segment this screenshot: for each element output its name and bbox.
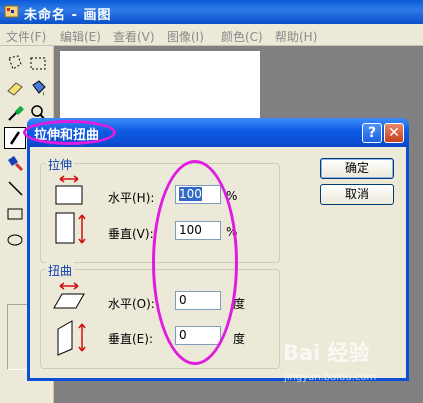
ellipse-icon[interactable] bbox=[4, 229, 26, 251]
ok-button[interactable]: 确定 bbox=[320, 158, 394, 179]
brush-icon[interactable] bbox=[4, 152, 26, 174]
skew-vertical-label: 垂直(E): bbox=[108, 332, 153, 346]
close-button[interactable]: ✕ bbox=[384, 123, 404, 143]
horizontal-skew-icon bbox=[53, 282, 85, 309]
menu-view[interactable]: 查看(V) bbox=[113, 28, 155, 45]
skew-horizontal-label: 水平(O): bbox=[108, 297, 155, 311]
free-select-icon[interactable] bbox=[4, 52, 26, 74]
menu-edit[interactable]: 编辑(E) bbox=[60, 28, 101, 45]
stretch-vertical-label: 垂直(V): bbox=[108, 227, 154, 241]
stretch-horizontal-label: 水平(H): bbox=[108, 191, 155, 205]
horizontal-stretch-icon bbox=[55, 175, 83, 205]
menu-image[interactable]: 图像(I) bbox=[167, 28, 204, 45]
vertical-skew-icon bbox=[57, 320, 86, 356]
menu-colors[interactable]: 颜色(C) bbox=[221, 28, 263, 45]
rect-select-icon[interactable] bbox=[27, 52, 49, 74]
menu-file[interactable]: 文件(F) bbox=[6, 28, 46, 45]
drawing-canvas[interactable] bbox=[60, 51, 260, 123]
paint-app-icon bbox=[4, 5, 19, 18]
menu-help[interactable]: 帮助(H) bbox=[275, 28, 317, 45]
stretch-group-label: 拉伸 bbox=[46, 156, 75, 173]
vertical-stretch-icon bbox=[55, 212, 86, 244]
line-icon[interactable] bbox=[4, 177, 26, 199]
eraser-icon[interactable] bbox=[4, 77, 26, 99]
baidu-watermark-url: jingyan.baidu.com bbox=[284, 372, 377, 383]
skew-vertical-unit: 度 bbox=[233, 332, 246, 346]
help-button[interactable]: ? bbox=[362, 123, 382, 143]
menu-bar: 文件(F) 编辑(E) 查看(V) 图像(I) 颜色(C) 帮助(H) bbox=[0, 24, 423, 46]
app-title-bar: 未命名 - 画图 bbox=[0, 0, 423, 24]
inputs-highlight-ring bbox=[152, 160, 238, 365]
app-title: 未命名 - 画图 bbox=[24, 8, 112, 23]
baidu-watermark: Bai 经验 bbox=[283, 341, 370, 365]
rectangle-icon[interactable] bbox=[4, 203, 26, 225]
color-picker-icon[interactable] bbox=[4, 102, 26, 124]
fill-icon[interactable] bbox=[27, 77, 49, 99]
cancel-button[interactable]: 取消 bbox=[320, 184, 394, 205]
title-highlight-ring bbox=[23, 120, 116, 145]
skew-group-label: 扭曲 bbox=[46, 262, 75, 279]
